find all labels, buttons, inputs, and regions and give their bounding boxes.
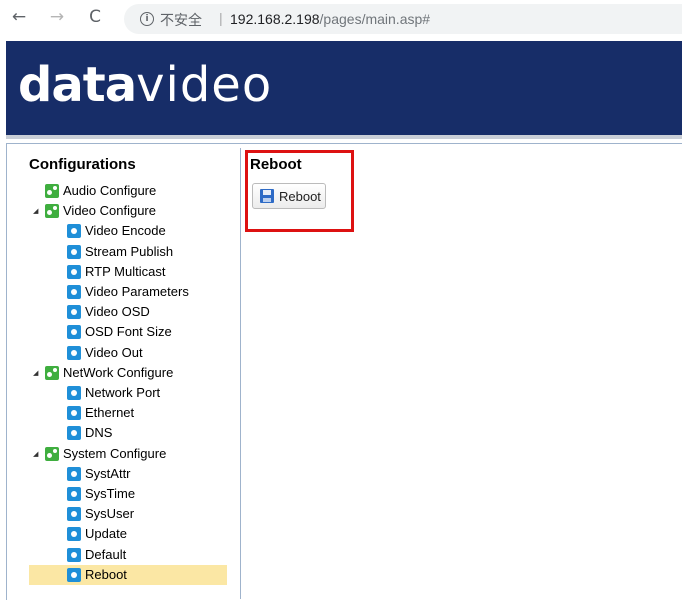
sidebar-item-update[interactable]: Update [29,524,227,544]
sidebar-item-sysuser[interactable]: SysUser [29,504,227,524]
sidebar-item-video-parameters[interactable]: Video Parameters [29,282,227,302]
gear-icon [67,224,81,239]
gear-icon [67,547,81,562]
sidebar: Configurations Audio Configure ◢ Video Con… [11,148,241,599]
sidebar-title: Configurations [29,156,136,173]
gear-icon [67,244,81,259]
sidebar-item-label: DNS [85,425,113,441]
sidebar-item-network-port[interactable]: Network Port [29,383,227,403]
sidebar-item-label: Default [85,546,127,562]
gear-icon [67,466,81,481]
reload-button[interactable]: C [84,6,106,28]
sidebar-item-audio-configure[interactable]: Audio Configure [29,181,227,201]
gear-icon [67,426,81,441]
expand-arrow-icon[interactable]: ◢ [33,444,41,464]
gear-icon [67,487,81,501]
sidebar-item-systime[interactable]: SysTime [29,484,227,504]
settings-group-icon [45,184,59,198]
logo-light-text: video [136,57,273,113]
sidebar-item-system-configure[interactable]: ◢ System Configure [29,444,227,464]
info-icon[interactable]: i [140,12,154,26]
sidebar-item-label: Video Encode [85,223,166,239]
url-text[interactable]: 192.168.2.198/pages/main.asp# [230,11,430,27]
gear-icon [67,507,81,522]
sidebar-item-video-encode[interactable]: Video Encode [29,221,227,241]
sidebar-item-label: System Configure [63,445,167,461]
gear-icon [67,567,81,582]
sidebar-item-label: Reboot [85,566,127,582]
url-host: 192.168.2.198 [230,11,320,27]
header-divider [6,135,682,139]
sidebar-item-osd-font-size[interactable]: OSD Font Size [29,322,227,342]
sidebar-item-label: Stream Publish [85,243,174,259]
sidebar-item-label: OSD Font Size [85,324,172,340]
separator: | [219,10,223,26]
sidebar-item-label: Video Out [85,344,143,360]
sidebar-item-reboot[interactable]: Reboot [29,564,227,585]
sidebar-item-label: RTP Multicast [85,263,166,279]
sidebar-item-label: Video Configure [63,203,156,219]
datavideo-logo: datavideo [18,57,272,113]
settings-group-icon [45,446,59,461]
header-banner: datavideo [6,41,682,135]
gear-icon [67,305,81,320]
gear-icon [67,345,81,360]
highlight-box [245,150,354,232]
url-path: /pages/main.asp# [319,11,431,27]
sidebar-item-label: Video OSD [85,304,150,320]
sidebar-item-ethernet[interactable]: Ethernet [29,403,227,423]
sidebar-item-default[interactable]: Default [29,545,227,565]
gear-icon [67,527,81,542]
sidebar-item-systattr[interactable]: SystAttr [29,464,227,484]
sidebar-item-rtp-multicast[interactable]: RTP Multicast [29,262,227,282]
gear-icon [67,386,81,400]
sidebar-item-label: SysTime [85,486,136,501]
sidebar-item-dns[interactable]: DNS [29,423,227,443]
gear-icon [67,264,81,279]
sidebar-item-label: NetWork Configure [63,364,174,380]
sidebar-item-video-osd[interactable]: Video OSD [29,302,227,322]
sidebar-item-label: SystAttr [85,465,131,481]
sidebar-item-network-configure[interactable]: ◢ NetWork Configure [29,363,227,383]
sidebar-item-video-configure[interactable]: ◢ Video Configure [29,201,227,221]
expand-arrow-icon[interactable]: ◢ [33,201,41,221]
settings-group-icon [45,204,59,219]
gear-icon [67,406,81,421]
sidebar-item-label: Ethernet [85,405,135,421]
browser-toolbar: ← → C i 不安全 | 192.168.2.198/pages/main.a… [0,0,682,38]
sidebar-item-label: Update [85,526,127,542]
sidebar-item-video-out[interactable]: Video Out [29,343,227,363]
forward-button[interactable]: → [46,6,68,28]
gear-icon [67,285,81,299]
settings-group-icon [45,365,59,380]
address-bar[interactable]: i 不安全 | 192.168.2.198/pages/main.asp# [124,4,682,34]
sidebar-item-label: Network Port [85,385,161,400]
sidebar-item-label: Audio Configure [63,183,157,198]
sidebar-item-label: SysUser [85,506,135,522]
insecure-label[interactable]: 不安全 [160,10,202,30]
expand-arrow-icon[interactable]: ◢ [33,363,41,383]
gear-icon [67,325,81,340]
sidebar-item-stream-publish[interactable]: Stream Publish [29,242,227,262]
logo-bold-text: data [18,57,137,113]
sidebar-item-label: Video Parameters [85,284,189,299]
back-button[interactable]: ← [8,6,30,28]
